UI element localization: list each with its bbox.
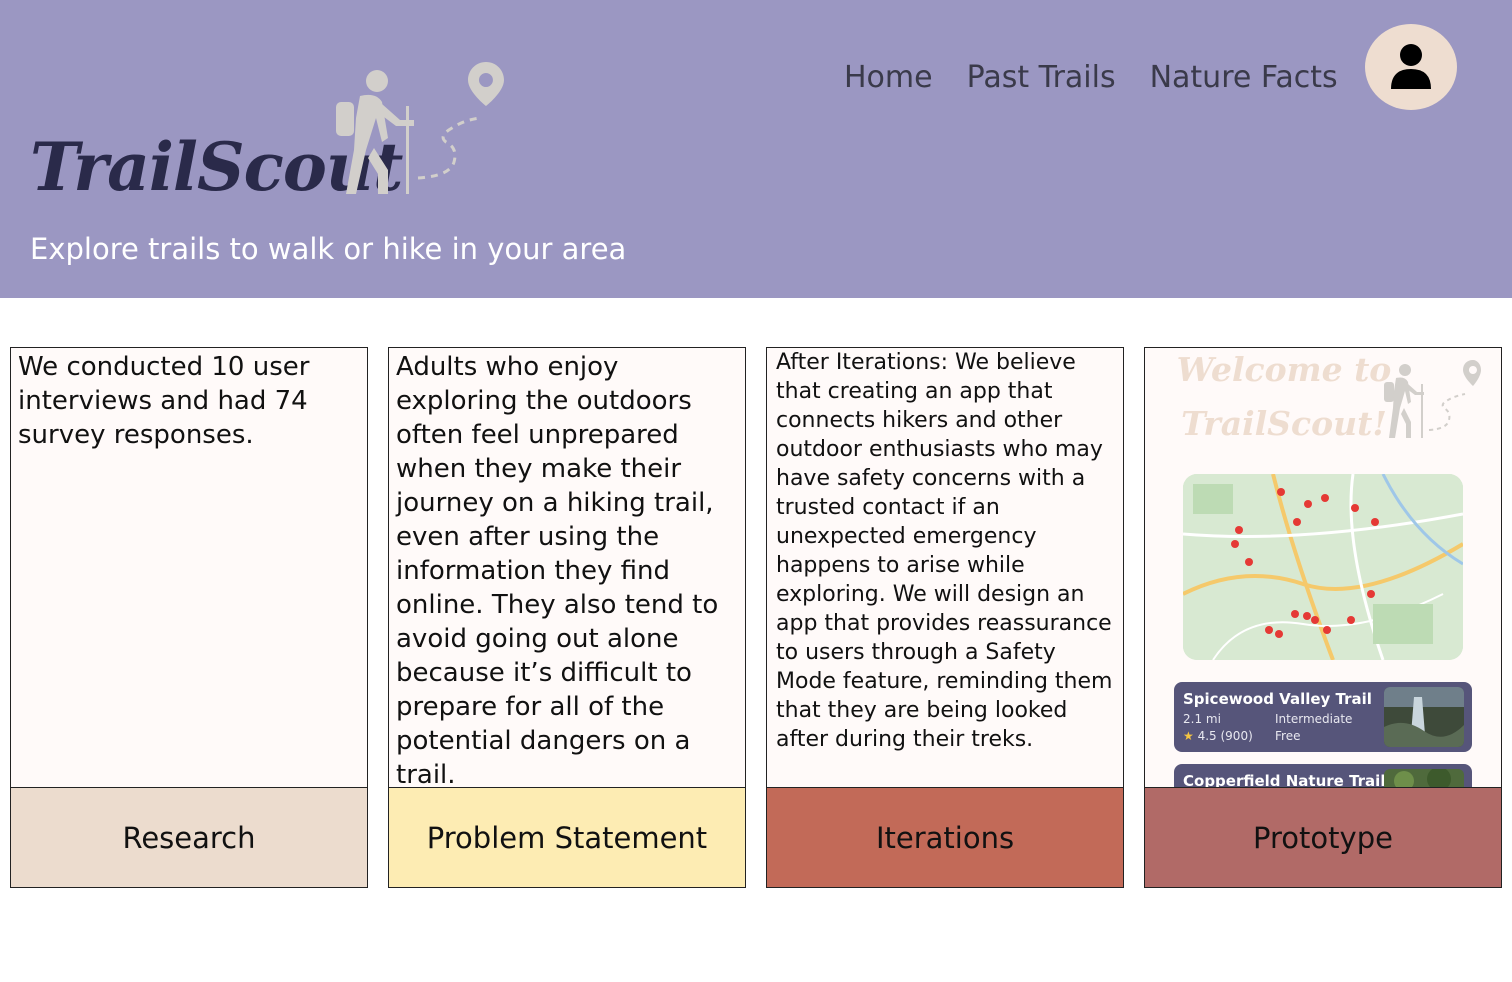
trail-name: Spicewood Valley Trail — [1183, 690, 1372, 708]
card-iterations[interactable]: After Iterations: We believe that creati… — [766, 347, 1124, 888]
preview-title-line2: TrailScout! — [1181, 404, 1387, 443]
trail-price: Free — [1275, 729, 1301, 743]
trail-thumbnail-image — [1384, 687, 1464, 747]
user-avatar-button[interactable] — [1365, 24, 1457, 110]
trail-difficulty: Intermediate — [1275, 712, 1353, 726]
nav-nature-facts[interactable]: Nature Facts — [1146, 58, 1342, 97]
trail-rating: 4.5 (900) — [1197, 729, 1253, 743]
trail-rating-row: ★ 4.5 (900) — [1183, 729, 1253, 743]
main-nav: Home Past Trails Nature Facts — [840, 58, 1342, 97]
nav-home[interactable]: Home — [840, 58, 937, 97]
trail-thumbnail-image — [1384, 769, 1464, 787]
hiker-with-map-pin-icon — [336, 62, 504, 194]
card-prototype-label[interactable]: Prototype — [1144, 787, 1502, 888]
tagline: Explore trails to walk or hike in your a… — [30, 232, 627, 266]
card-iterations-label[interactable]: Iterations — [766, 787, 1124, 888]
nav-past-trails[interactable]: Past Trails — [963, 58, 1120, 97]
trail-name: Copperfield Nature Trail — [1183, 772, 1386, 788]
card-problem-statement-text: Adults who enjoy exploring the outdoors … — [388, 347, 746, 788]
card-research[interactable]: We conducted 10 user interviews and had … — [10, 347, 368, 888]
star-icon: ★ — [1183, 729, 1194, 743]
card-research-text: We conducted 10 user interviews and had … — [10, 347, 368, 788]
site-header: TrailScout Explore trails to walk or hik… — [0, 0, 1512, 298]
map-graphic — [1183, 474, 1463, 660]
card-iterations-text: After Iterations: We believe that creati… — [766, 347, 1124, 788]
trail-map[interactable] — [1183, 474, 1463, 660]
preview-title-line1: Welcome to — [1176, 350, 1392, 389]
trail-distance: 2.1 mi — [1183, 712, 1221, 726]
card-prototype[interactable]: Welcome to TrailScout! Spicewood Valley … — [1144, 347, 1502, 888]
card-problem-statement-label[interactable]: Problem Statement — [388, 787, 746, 888]
card-problem-statement[interactable]: Adults who enjoy exploring the outdoors … — [388, 347, 746, 888]
user-icon — [1391, 44, 1431, 89]
prototype-preview: Welcome to TrailScout! Spicewood Valley … — [1144, 347, 1502, 788]
hiker-with-map-pin-icon — [1384, 360, 1481, 438]
trail-card-copperfield[interactable]: Copperfield Nature Trail — [1174, 764, 1472, 788]
card-research-label[interactable]: Research — [10, 787, 368, 888]
trail-card-spicewood[interactable]: Spicewood Valley Trail 2.1 mi Intermedia… — [1174, 682, 1472, 752]
